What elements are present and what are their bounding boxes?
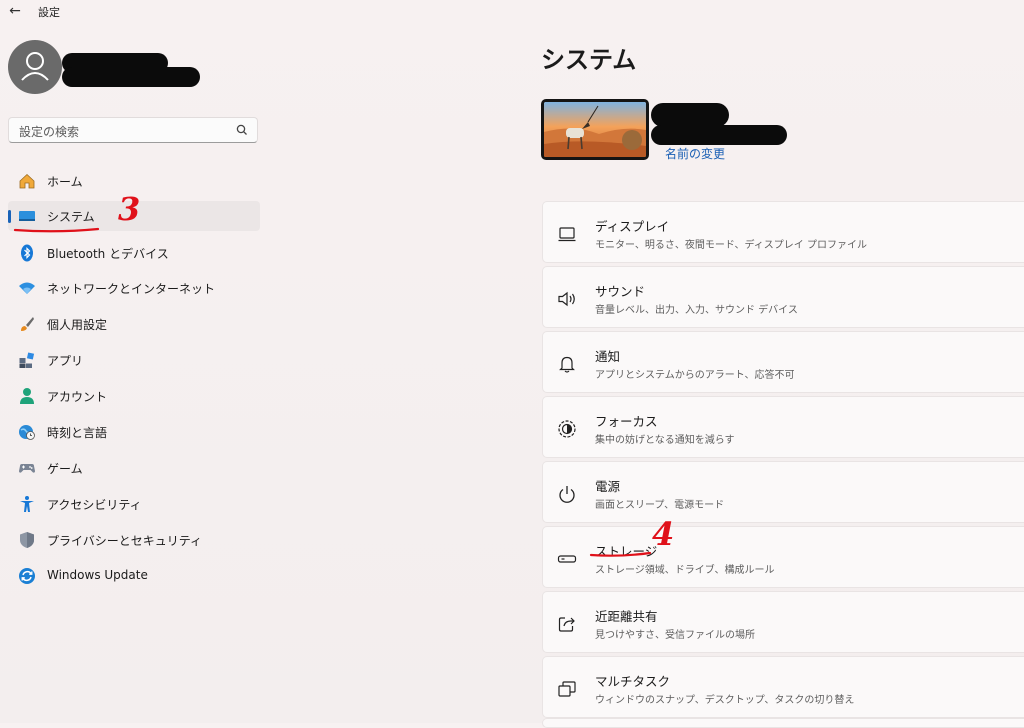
- sidebar-item-label: ネットワークとインターネット: [47, 282, 216, 296]
- search-input[interactable]: 設定の検索: [19, 123, 79, 140]
- card-display[interactable]: ディスプレイ モニター、明るさ、夜間モード、ディスプレイ プロファイル: [542, 201, 1024, 263]
- card-multitasking[interactable]: マルチタスク ウィンドウのスナップ、デスクトップ、タスクの切り替え: [542, 656, 1024, 718]
- card-subtitle: ウィンドウのスナップ、デスクトップ、タスクの切り替え: [595, 695, 855, 706]
- rename-link[interactable]: 名前の変更: [665, 145, 725, 162]
- sidebar-item-time-language[interactable]: 時刻と言語: [8, 417, 260, 447]
- title-bar: ← 設定: [0, 0, 1024, 24]
- device-thumbnail[interactable]: [541, 99, 649, 160]
- app-title: 設定: [38, 6, 60, 19]
- sidebar-item-network[interactable]: ネットワークとインターネット: [8, 273, 260, 303]
- sidebar-item-accounts[interactable]: アカウント: [8, 381, 260, 411]
- user-icon: [21, 52, 49, 81]
- update-icon: [19, 568, 35, 584]
- brush-icon: [21, 317, 34, 331]
- back-arrow-icon[interactable]: ←: [6, 3, 24, 19]
- card-subtitle: アプリとシステムからのアラート、応答不可: [595, 370, 795, 381]
- annotation-underline: [589, 551, 652, 557]
- annotation-underline: [13, 227, 100, 233]
- card-title: フォーカス: [595, 414, 658, 429]
- card-subtitle: 集中の妨げとなる通知を減らす: [595, 435, 735, 446]
- focus-icon: [558, 420, 576, 438]
- sidebar-item-label: アプリ: [47, 354, 84, 368]
- account-icon: [20, 388, 34, 404]
- card-sound[interactable]: サウンド 音量レベル、出力、入力、サウンド デバイス: [542, 266, 1024, 328]
- system-icon: [19, 211, 35, 221]
- sidebar-item-privacy-security[interactable]: プライバシーとセキュリティ: [8, 525, 260, 555]
- wallpaper-image: [544, 102, 646, 157]
- card-title: 近距離共有: [595, 609, 658, 624]
- gamepad-icon: [19, 464, 35, 473]
- card-title: サウンド: [595, 284, 646, 299]
- sidebar-item-label: ホーム: [47, 175, 83, 189]
- sidebar-item-label: Bluetooth とデバイス: [47, 247, 169, 261]
- sidebar-item-label: システム: [47, 210, 95, 224]
- card-subtitle: 画面とスリープ、電源モード: [595, 500, 725, 511]
- sidebar-item-label: 時刻と言語: [47, 426, 108, 440]
- wifi-icon: [19, 282, 35, 294]
- card-subtitle: モニター、明るさ、夜間モード、ディスプレイ プロファイル: [595, 240, 867, 251]
- settings-search[interactable]: 設定の検索: [8, 117, 258, 143]
- redacted-device-model: [651, 125, 787, 145]
- globe-clock-icon: [19, 425, 35, 440]
- annotation-step-4: 4: [652, 515, 675, 553]
- sidebar-item-apps[interactable]: アプリ: [8, 345, 260, 375]
- sidebar-item-label: Windows Update: [47, 568, 148, 582]
- sidebar-item-accessibility[interactable]: アクセシビリティ: [8, 489, 260, 519]
- card-subtitle: ストレージ領域、ドライブ、構成ルール: [595, 565, 775, 576]
- card-nearby-sharing[interactable]: 近距離共有 見つけやすさ、受信ファイルの場所: [542, 591, 1024, 653]
- sidebar-item-label: プライバシーとセキュリティ: [47, 534, 203, 548]
- card-title: マルチタスク: [595, 674, 671, 689]
- page-title: システム: [541, 46, 637, 74]
- monitor-icon: [558, 227, 576, 242]
- power-icon: [559, 486, 575, 503]
- avatar[interactable]: [8, 40, 62, 94]
- sidebar-item-label: ゲーム: [47, 462, 83, 476]
- card-next-partial[interactable]: [542, 718, 1024, 728]
- shield-icon: [20, 532, 34, 548]
- card-subtitle: 見つけやすさ、受信ファイルの場所: [595, 630, 755, 641]
- sidebar-item-personalization[interactable]: 個人用設定: [8, 309, 260, 339]
- apps-icon: [19, 352, 35, 368]
- bluetooth-icon: [21, 244, 33, 262]
- accessibility-icon: [20, 496, 34, 512]
- sidebar-item-label: 個人用設定: [47, 318, 108, 332]
- search-icon[interactable]: [235, 123, 249, 137]
- card-notifications[interactable]: 通知 アプリとシステムからのアラート、応答不可: [542, 331, 1024, 393]
- redacted-email: [62, 67, 200, 87]
- storage-icon: [557, 555, 577, 563]
- bell-icon: [559, 356, 575, 373]
- card-subtitle: 音量レベル、出力、入力、サウンド デバイス: [595, 305, 798, 316]
- home-icon: [19, 173, 35, 189]
- card-title: 通知: [595, 349, 621, 364]
- multitask-icon: [558, 681, 576, 697]
- sidebar-item-label: アクセシビリティ: [47, 498, 142, 512]
- annotation-step-3: 3: [118, 190, 141, 228]
- selection-indicator: [8, 210, 11, 223]
- card-power[interactable]: 電源 画面とスリープ、電源モード: [542, 461, 1024, 523]
- redacted-device-name: [651, 103, 729, 127]
- card-focus[interactable]: フォーカス 集中の妨げとなる通知を減らす: [542, 396, 1024, 458]
- sidebar-item-gaming[interactable]: ゲーム: [8, 453, 260, 483]
- card-title: ディスプレイ: [595, 219, 670, 234]
- speaker-icon: [558, 291, 575, 307]
- sidebar-item-windows-update[interactable]: Windows Update: [8, 561, 260, 591]
- sidebar-item-bluetooth[interactable]: Bluetooth とデバイス: [8, 238, 260, 268]
- sidebar-item-label: アカウント: [47, 390, 108, 404]
- card-title: 電源: [595, 479, 621, 494]
- share-icon: [558, 617, 575, 632]
